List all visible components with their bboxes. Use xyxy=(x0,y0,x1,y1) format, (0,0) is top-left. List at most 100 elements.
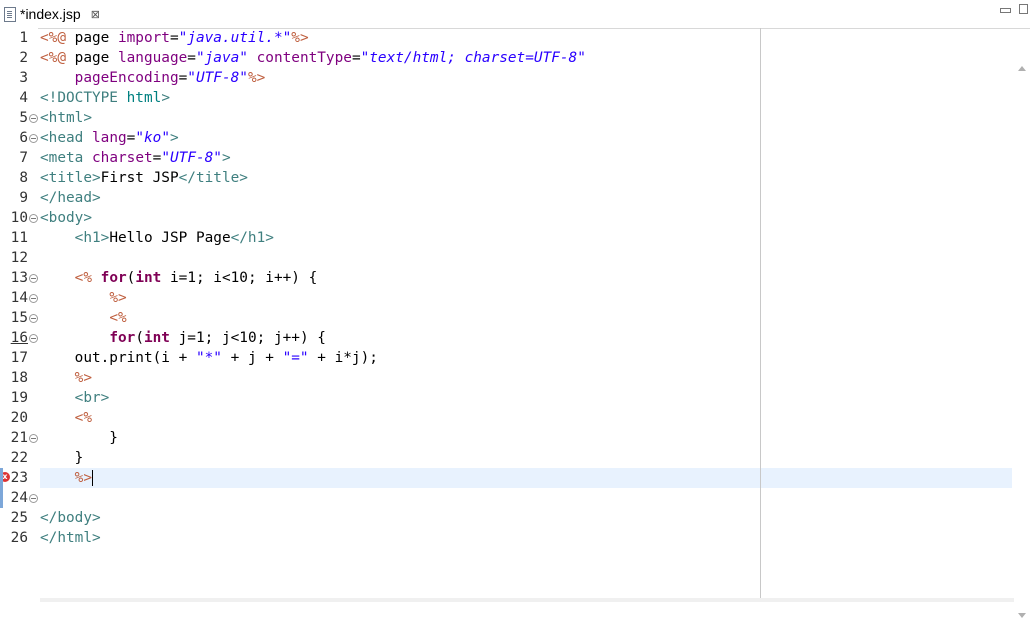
code-token: int xyxy=(143,330,170,346)
scroll-down-icon[interactable] xyxy=(1018,613,1026,618)
minimize-icon[interactable] xyxy=(1000,8,1011,13)
code-token: = xyxy=(178,70,188,86)
code-line: for(int j=1; j<10; j++) { xyxy=(40,328,326,348)
code-line: <body> xyxy=(40,208,92,228)
line-number: 24 xyxy=(10,490,28,506)
code-token: = xyxy=(187,50,196,66)
horizontal-scrollbar[interactable] xyxy=(40,598,1014,602)
fold-collapse-icon[interactable] xyxy=(29,434,38,443)
line-number: 13 xyxy=(10,270,28,286)
code-line: <%@ page language="java" contentType="te… xyxy=(40,48,586,68)
code-line: <head lang="ko"> xyxy=(40,128,179,148)
line-number: 14 xyxy=(10,290,28,306)
fold-collapse-icon[interactable] xyxy=(29,114,38,123)
code-line: } xyxy=(40,448,84,468)
line-number: 9 xyxy=(19,190,28,206)
code-token: </head> xyxy=(40,190,101,206)
code-token: "UTF-8" xyxy=(161,150,222,166)
code-token: = xyxy=(169,30,179,46)
code-token: <h1> xyxy=(74,230,110,246)
code-token: for xyxy=(109,330,136,346)
scroll-up-icon[interactable] xyxy=(1018,66,1026,71)
code-token: <title> xyxy=(40,170,101,186)
window-controls xyxy=(1000,4,1028,14)
code-editor[interactable]: 1 2 3 4 5 6 7 8 9 10 11 12 13 14 15 16 17 18 19 20 21 22 23 24 2… xyxy=(0,28,1030,626)
line-number: 1 xyxy=(19,30,28,46)
fold-collapse-icon[interactable] xyxy=(29,134,38,143)
code-token: int xyxy=(135,270,162,286)
code-line: <meta charset="UTF-8"> xyxy=(40,148,231,168)
code-line: <html> xyxy=(40,108,92,128)
line-number: 10 xyxy=(10,210,28,226)
maximize-icon[interactable] xyxy=(1019,4,1028,14)
code-token: </body> xyxy=(40,510,101,526)
code-token: language xyxy=(117,50,188,66)
code-area[interactable]: <%@ page import="java.util.*"%> <%@ page … xyxy=(40,28,1014,598)
code-line: </html> xyxy=(40,528,101,548)
code-token: j=1; j<10; j++) { xyxy=(169,330,326,346)
code-line: out.print(i + "*" + j + "=" + i*j); xyxy=(40,348,378,368)
code-line: <% xyxy=(40,408,92,428)
code-token: "*" xyxy=(195,350,222,366)
fold-collapse-icon[interactable] xyxy=(29,214,38,223)
code-token: import xyxy=(117,30,170,46)
code-token: <% xyxy=(74,410,92,426)
fold-collapse-icon[interactable] xyxy=(29,314,38,323)
code-token: + j + xyxy=(221,350,283,366)
line-number: 21 xyxy=(10,430,28,446)
fold-collapse-icon[interactable] xyxy=(29,494,38,503)
editor-tab-bar: *index.jsp ⊠ xyxy=(0,0,1030,29)
code-line: <title>First JSP</title> xyxy=(40,168,248,188)
tab-index-jsp[interactable]: *index.jsp ⊠ xyxy=(0,0,108,28)
code-line: pageEncoding="UTF-8"%> xyxy=(40,68,266,88)
code-token: "java.util.*" xyxy=(178,30,292,46)
code-token: > xyxy=(221,150,231,166)
tab-title: *index.jsp xyxy=(20,6,81,22)
code-token: for xyxy=(100,270,127,286)
line-number: 17 xyxy=(10,350,28,366)
line-number: 20 xyxy=(10,410,28,426)
code-token: %> xyxy=(109,290,127,306)
code-token: %> xyxy=(291,30,309,46)
code-line: <% xyxy=(40,308,126,328)
code-token: %> xyxy=(74,470,92,486)
code-token: "UTF-8" xyxy=(187,70,248,86)
code-line: <br> xyxy=(40,388,110,408)
code-token: First JSP xyxy=(100,170,179,186)
code-line: </head> xyxy=(40,188,101,208)
fold-collapse-icon[interactable] xyxy=(29,334,38,343)
line-number-ruler: 1 2 3 4 5 6 7 8 9 10 11 12 13 14 15 16 17 18 19 20 21 22 23 24 2… xyxy=(0,28,38,602)
code-token: "java" xyxy=(195,50,248,66)
code-token: "text/html; charset=UTF-8" xyxy=(360,50,586,66)
vertical-scrollbar[interactable] xyxy=(1014,56,1030,626)
code-token: "=" xyxy=(282,350,309,366)
code-token: <!DOCTYPE xyxy=(40,90,118,106)
code-line: <h1>Hello JSP Page</h1> xyxy=(40,228,274,248)
line-number: 2 xyxy=(19,50,28,66)
close-icon[interactable]: ⊠ xyxy=(91,8,100,21)
code-token: ( xyxy=(135,330,144,346)
code-token: <%@ xyxy=(40,30,66,46)
code-token: "ko" xyxy=(135,130,170,146)
code-token: > xyxy=(161,90,170,106)
fold-collapse-icon[interactable] xyxy=(29,274,38,283)
code-token: Hello JSP Page xyxy=(109,230,231,246)
line-number: 18 xyxy=(10,370,28,386)
code-token: pageEncoding xyxy=(74,70,179,86)
quick-diff-change-bar xyxy=(0,468,3,508)
code-token: </html> xyxy=(40,530,101,546)
fold-collapse-icon[interactable] xyxy=(29,294,38,303)
code-token: } xyxy=(40,450,84,466)
line-number: 3 xyxy=(19,70,28,86)
line-number: 11 xyxy=(10,230,28,246)
